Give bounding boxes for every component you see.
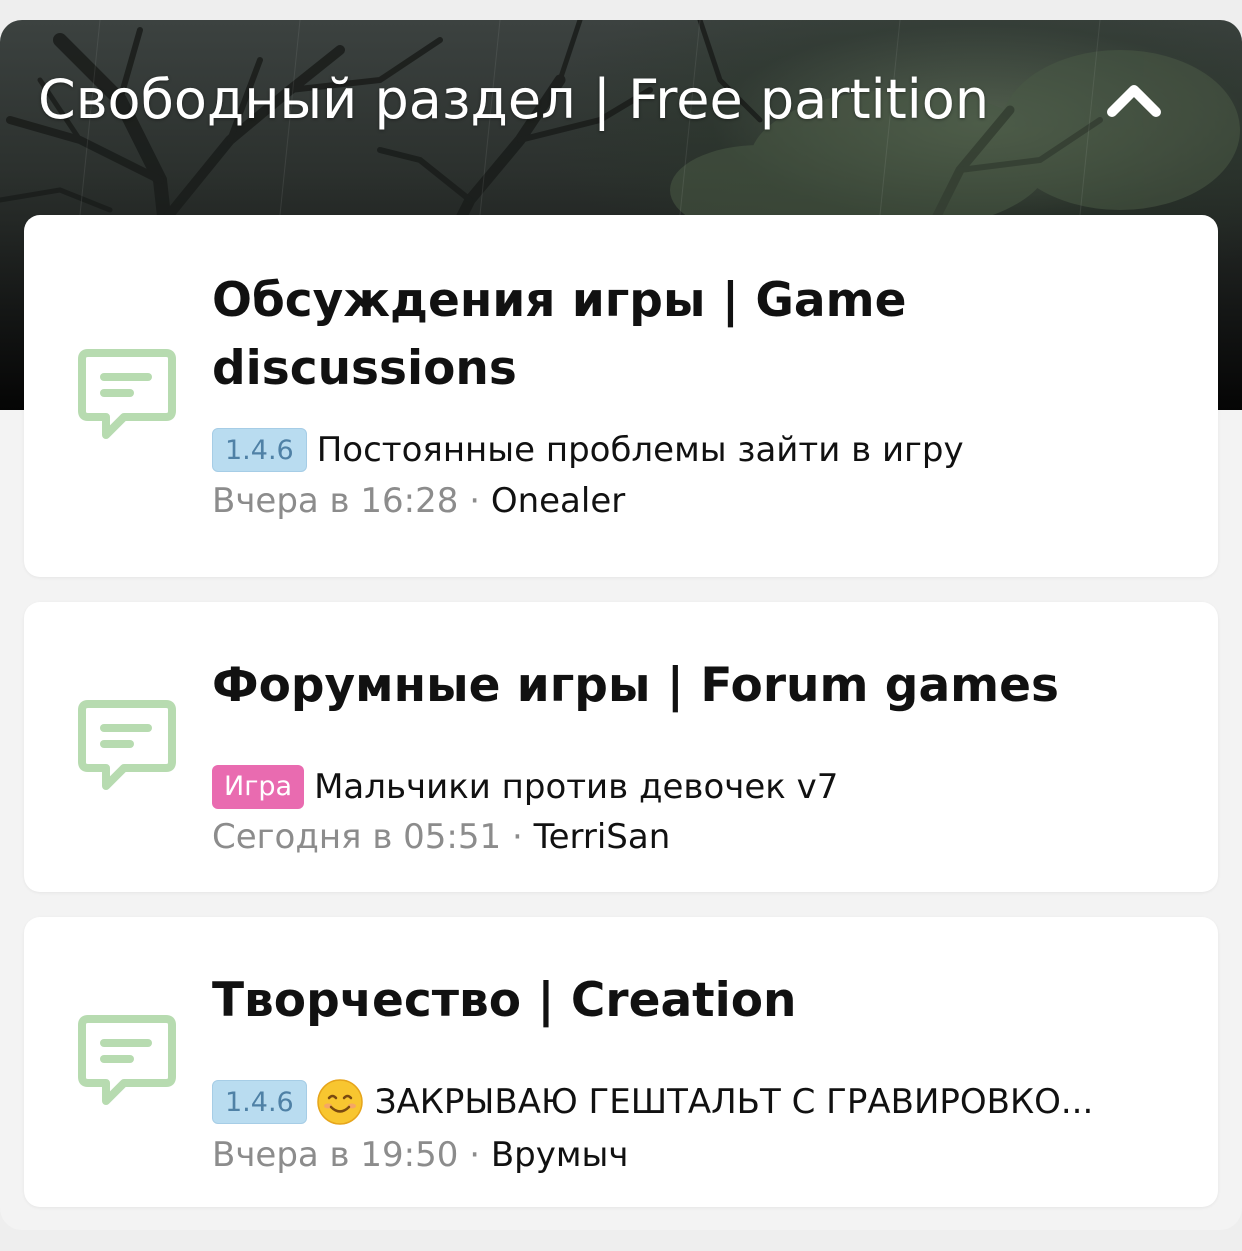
meta-separator: · xyxy=(469,481,481,521)
forum-section: Свободный раздел | Free partition Обсужд… xyxy=(0,20,1242,1230)
meta-separator: · xyxy=(511,817,523,857)
last-post-time[interactable]: Вчера в 19:50 xyxy=(212,1135,458,1175)
smiling-face-emoji-icon xyxy=(316,1079,363,1125)
last-thread[interactable]: Игра Мальчики против девочек v7 xyxy=(212,762,1172,812)
forum-card-creation[interactable]: Творчество | Creation 1.4.6 ЗАКРЫВАЮ ГЕШ… xyxy=(24,917,1218,1207)
meta-separator: · xyxy=(469,1135,481,1175)
last-thread-title[interactable]: Постоянные проблемы зайти в игру xyxy=(317,430,964,470)
thread-prefix-badge: Игра xyxy=(212,765,305,809)
forum-title[interactable]: Обсуждения игры | Game discussions xyxy=(212,267,1172,403)
last-thread-title[interactable]: Мальчики против девочек v7 xyxy=(314,767,838,807)
last-post-author[interactable]: Onealer xyxy=(491,481,625,521)
last-thread[interactable]: 1.4.6 ЗАКРЫВАЮ ГЕШТАЛЬТ С ГРАВИРОВКО... xyxy=(212,1077,1172,1127)
thread-prefix-badge: 1.4.6 xyxy=(212,428,307,472)
last-post-meta: Вчера в 19:50 · Врумыч xyxy=(212,1132,1172,1178)
last-post-author[interactable]: TerriSan xyxy=(534,817,671,857)
forum-card-forum-games[interactable]: Форумные игры | Forum games Игра Мальчик… xyxy=(24,602,1218,892)
chevron-up-icon xyxy=(1107,85,1161,117)
last-thread-title[interactable]: ЗАКРЫВАЮ ГЕШТАЛЬТ С ГРАВИРОВКО... xyxy=(375,1082,1094,1122)
last-post-meta: Вчера в 16:28 · Onealer xyxy=(212,478,1172,524)
last-post-time[interactable]: Сегодня в 05:51 xyxy=(212,817,501,857)
chat-bubble-icon xyxy=(78,700,176,790)
forum-title[interactable]: Форумные игры | Forum games xyxy=(212,652,1172,720)
thread-prefix-badge: 1.4.6 xyxy=(212,1080,307,1124)
last-post-author[interactable]: Врумыч xyxy=(491,1135,629,1175)
last-thread[interactable]: 1.4.6 Постоянные проблемы зайти в игру xyxy=(212,425,1172,475)
chat-bubble-icon xyxy=(78,349,176,439)
forum-card-game-discussions[interactable]: Обсуждения игры | Game discussions 1.4.6… xyxy=(24,215,1218,577)
last-post-meta: Сегодня в 05:51 · TerriSan xyxy=(212,814,1172,860)
section-title[interactable]: Свободный раздел | Free partition xyxy=(38,60,989,140)
chat-bubble-icon xyxy=(78,1015,176,1105)
collapse-button[interactable] xyxy=(1098,68,1170,132)
forum-title[interactable]: Творчество | Creation xyxy=(212,967,1172,1035)
last-post-time[interactable]: Вчера в 16:28 xyxy=(212,481,458,521)
